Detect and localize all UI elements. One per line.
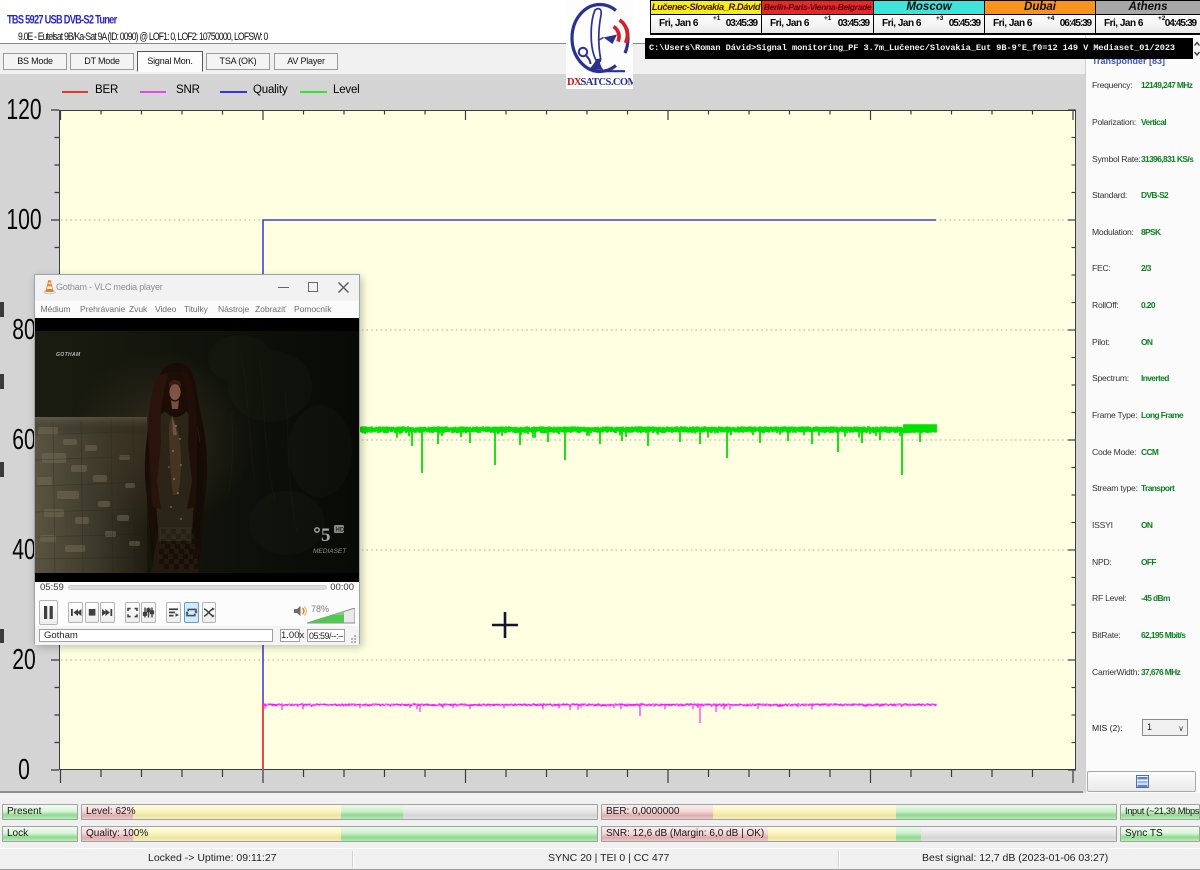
svg-text:GOTHAM: GOTHAM bbox=[56, 352, 81, 358]
svg-text:MEDIASET: MEDIASET bbox=[313, 548, 347, 555]
svg-text:HD: HD bbox=[336, 528, 345, 534]
svg-text:SATCS.COM: SATCS.COM bbox=[581, 77, 634, 88]
svg-text:5: 5 bbox=[321, 525, 331, 546]
